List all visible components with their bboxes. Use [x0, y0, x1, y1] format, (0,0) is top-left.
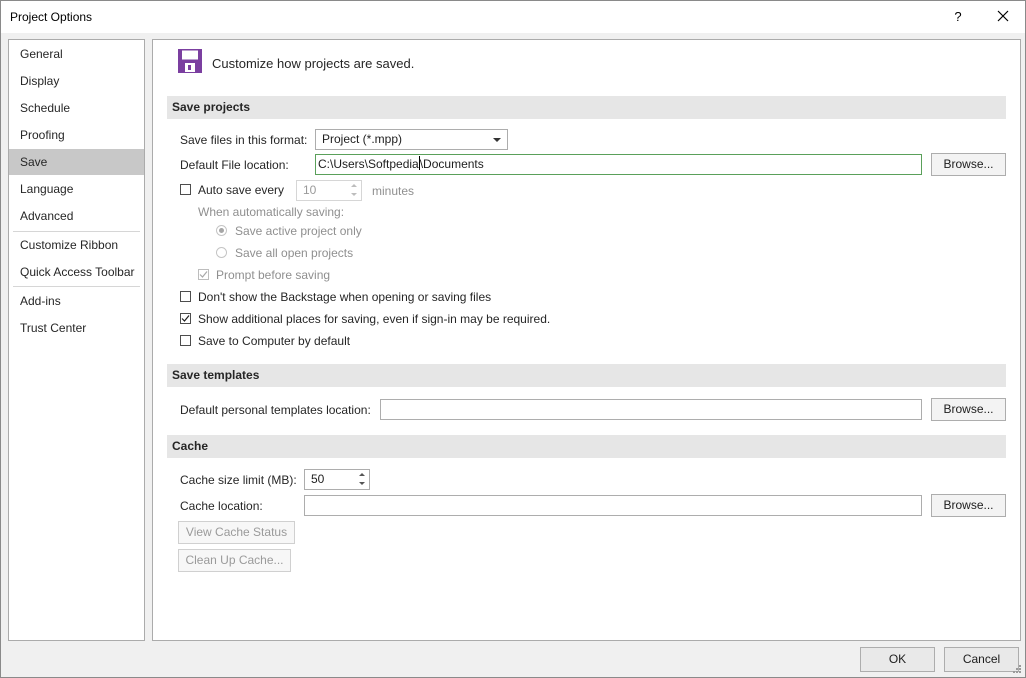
- checkmark-icon: [199, 271, 208, 278]
- cache-size-label: Cache size limit (MB):: [180, 473, 297, 487]
- checkmark-icon: [181, 315, 190, 322]
- stepper-arrows[interactable]: [357, 471, 368, 488]
- format-dropdown-value: Project (*.mpp): [322, 132, 403, 146]
- section-save-projects: Save projects: [167, 96, 1006, 119]
- floppy-disk-icon: [178, 49, 202, 73]
- browse-default-location-button[interactable]: Browse...: [931, 153, 1006, 176]
- clean-up-cache-button[interactable]: Clean Up Cache...: [178, 549, 291, 572]
- additional-places-label: Show additional places for saving, even …: [198, 312, 551, 326]
- cache-location-label: Cache location:: [180, 499, 263, 513]
- save-options-panel: Customize how projects are saved. Save p…: [152, 39, 1021, 641]
- section-cache: Cache: [167, 435, 1006, 458]
- sidebar-item-advanced[interactable]: Advanced: [9, 203, 144, 229]
- when-saving-label: When automatically saving:: [198, 205, 345, 219]
- format-dropdown[interactable]: Project (*.mpp): [315, 129, 508, 150]
- stepper-arrows[interactable]: [349, 182, 360, 199]
- sidebar-item-quick-access-toolbar[interactable]: Quick Access Toolbar: [9, 259, 144, 285]
- hide-backstage-checkbox[interactable]: [180, 291, 191, 302]
- minutes-label: minutes: [372, 184, 415, 198]
- sidebar-item-language[interactable]: Language: [9, 176, 144, 202]
- templates-location-label: Default personal templates location:: [180, 403, 371, 417]
- prompt-before-saving-label: Prompt before saving: [216, 268, 331, 282]
- dialog-title: Project Options: [10, 10, 93, 24]
- prompt-before-saving-checkbox[interactable]: [198, 269, 209, 280]
- sidebar-item-save[interactable]: Save: [9, 149, 144, 175]
- location-text-end: \Documents: [419, 157, 484, 171]
- browse-cache-button[interactable]: Browse...: [931, 494, 1006, 517]
- location-text-start: C:\Users\Softpedia: [318, 157, 419, 171]
- auto-save-checkbox[interactable]: [180, 184, 191, 195]
- chevron-down-icon: [493, 138, 501, 142]
- save-all-projects-label: Save all open projects: [235, 246, 354, 260]
- chevron-down-icon: [351, 193, 357, 196]
- default-location-input[interactable]: C:\Users\Softpedia\Documents: [315, 154, 922, 175]
- cancel-button[interactable]: Cancel: [944, 647, 1019, 672]
- templates-location-input[interactable]: [380, 399, 922, 420]
- resize-grip-icon[interactable]: [1012, 664, 1022, 674]
- close-icon: [997, 10, 1009, 22]
- auto-save-minutes-value: 10: [303, 183, 317, 197]
- cache-location-input[interactable]: [304, 495, 922, 516]
- chevron-down-icon: [359, 482, 365, 485]
- section-save-templates: Save templates: [167, 364, 1006, 387]
- chevron-up-icon: [351, 184, 357, 187]
- browse-templates-button[interactable]: Browse...: [931, 398, 1006, 421]
- help-button[interactable]: ?: [936, 1, 980, 31]
- chevron-up-icon: [359, 473, 365, 476]
- sidebar-item-trust-center[interactable]: Trust Center: [9, 315, 144, 341]
- project-options-dialog: Project Options ? General Display Schedu…: [0, 0, 1026, 678]
- sidebar-divider: [13, 286, 140, 287]
- save-to-computer-checkbox[interactable]: [180, 335, 191, 346]
- save-to-computer-label: Save to Computer by default: [198, 334, 351, 348]
- view-cache-status-button[interactable]: View Cache Status: [178, 521, 295, 544]
- sidebar-item-display[interactable]: Display: [9, 68, 144, 94]
- page-header-text: Customize how projects are saved.: [212, 56, 415, 71]
- sidebar-item-proofing[interactable]: Proofing: [9, 122, 144, 148]
- options-sidebar: General Display Schedule Proofing Save L…: [8, 39, 145, 641]
- cache-size-value: 50: [311, 472, 325, 486]
- close-button[interactable]: [981, 1, 1025, 31]
- save-active-project-label: Save active project only: [235, 224, 362, 238]
- sidebar-item-schedule[interactable]: Schedule: [9, 95, 144, 121]
- save-all-projects-radio[interactable]: [216, 247, 227, 258]
- hide-backstage-label: Don't show the Backstage when opening or…: [198, 290, 492, 304]
- cache-size-stepper[interactable]: 50: [304, 469, 370, 490]
- title-bar: Project Options ?: [1, 1, 1025, 33]
- sidebar-item-add-ins[interactable]: Add-ins: [9, 288, 144, 314]
- default-location-label: Default File location:: [180, 158, 289, 172]
- save-active-project-radio[interactable]: [216, 225, 227, 236]
- sidebar-item-customize-ribbon[interactable]: Customize Ribbon: [9, 232, 144, 258]
- auto-save-label: Auto save every: [198, 183, 285, 197]
- format-label: Save files in this format:: [180, 133, 308, 147]
- ok-button[interactable]: OK: [860, 647, 935, 672]
- sidebar-item-general[interactable]: General: [9, 41, 144, 67]
- additional-places-checkbox[interactable]: [180, 313, 191, 324]
- auto-save-minutes-stepper[interactable]: 10: [296, 180, 362, 201]
